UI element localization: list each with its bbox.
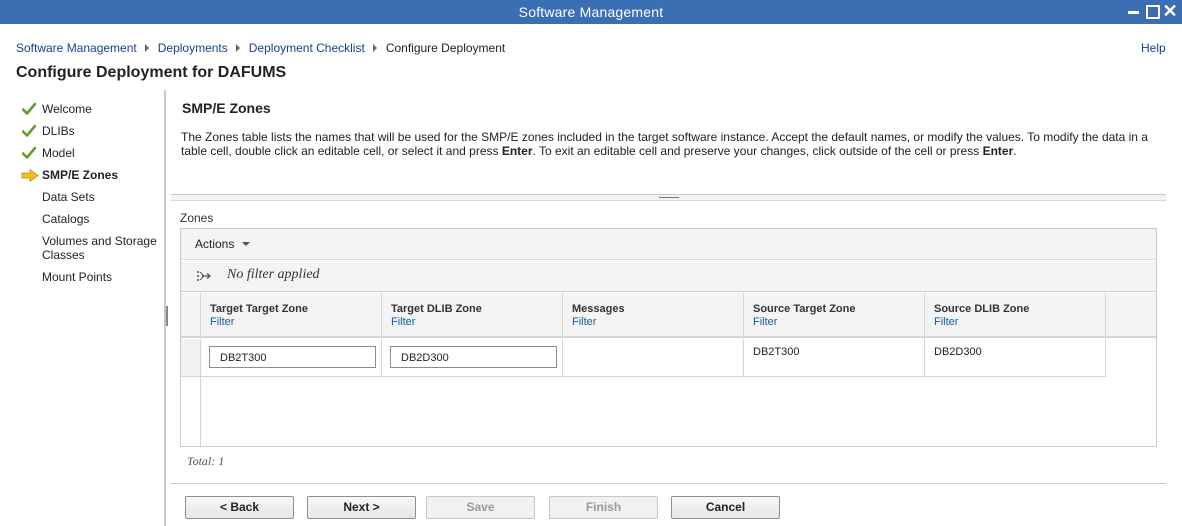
breadcrumb-deployments[interactable]: Deployments bbox=[158, 41, 228, 55]
filter-bar: No filter applied bbox=[181, 261, 1156, 292]
next-button[interactable]: Next > bbox=[307, 496, 416, 519]
nav-step-label: Mount Points bbox=[42, 270, 113, 284]
nav-step-label: DLIBs bbox=[42, 124, 75, 138]
nav-step-catalogs[interactable]: Catalogs bbox=[20, 210, 165, 232]
breadcrumb-separator-icon bbox=[372, 44, 377, 52]
page-title: Configure Deployment for DAFUMS bbox=[16, 64, 287, 81]
splitter-grip-icon bbox=[659, 197, 679, 198]
nav-step-label: Model bbox=[42, 146, 75, 160]
filter-link[interactable]: Filter bbox=[391, 316, 562, 328]
checkmark-icon bbox=[22, 124, 36, 137]
nav-step-welcome[interactable]: Welcome bbox=[20, 100, 165, 122]
finish-button[interactable]: Finish bbox=[549, 496, 658, 519]
column-header-target-dlib-zone[interactable]: Target DLIB Zone Filter bbox=[382, 293, 563, 336]
breadcrumb-separator-icon bbox=[144, 44, 149, 52]
instructions-text: The Zones table lists the names that wil… bbox=[181, 130, 1148, 158]
nav-step-label: Welcome bbox=[42, 102, 92, 116]
window-titlebar: Software Management ✕ bbox=[0, 0, 1182, 24]
pane-splitter[interactable] bbox=[171, 194, 1166, 201]
breadcrumb-software-management[interactable]: Software Management bbox=[16, 41, 137, 55]
close-icon[interactable]: ✕ bbox=[1162, 2, 1178, 20]
nav-step-model[interactable]: Model bbox=[20, 144, 165, 166]
current-step-arrow-icon bbox=[21, 169, 39, 182]
nav-step-label: Volumes and Storage Classes bbox=[42, 234, 157, 262]
footer-divider bbox=[171, 483, 1166, 484]
cell-target-dlib-zone[interactable] bbox=[382, 339, 563, 377]
checkmark-icon bbox=[22, 102, 36, 115]
target-dlib-zone-input[interactable] bbox=[390, 346, 557, 368]
nav-step-volumes-storage-classes[interactable]: Volumes and Storage Classes bbox=[20, 232, 165, 268]
table-toolbar: Actions bbox=[181, 229, 1156, 260]
column-header-messages[interactable]: Messages Filter bbox=[563, 293, 744, 336]
row-gutter bbox=[181, 339, 201, 446]
table-header: Target Target Zone Filter Target DLIB Zo… bbox=[181, 293, 1156, 338]
chevron-down-icon bbox=[242, 242, 251, 246]
nav-step-label: SMP/E Zones bbox=[42, 168, 119, 182]
nav-step-label: Catalogs bbox=[42, 212, 90, 226]
nav-step-data-sets[interactable]: Data Sets bbox=[20, 188, 165, 210]
table-total: Total: 1 bbox=[187, 454, 225, 468]
cell-messages bbox=[563, 339, 744, 377]
help-link[interactable]: Help bbox=[1141, 41, 1166, 55]
nav-step-label: Data Sets bbox=[42, 190, 95, 204]
checkmark-icon bbox=[22, 146, 36, 159]
column-header-target-target-zone[interactable]: Target Target Zone Filter bbox=[201, 293, 382, 336]
breadcrumb: Software Management Deployments Deployme… bbox=[16, 41, 505, 55]
filter-link[interactable]: Filter bbox=[934, 316, 1105, 328]
column-header-source-target-zone[interactable]: Source Target Zone Filter bbox=[744, 293, 925, 336]
row-selector[interactable] bbox=[181, 339, 200, 377]
back-button[interactable]: < Back bbox=[185, 496, 294, 519]
window-title: Software Management bbox=[518, 4, 664, 20]
actions-menu-button[interactable]: Actions bbox=[195, 237, 251, 251]
minimize-icon[interactable] bbox=[1126, 3, 1142, 19]
nav-resize-handle[interactable] bbox=[166, 306, 168, 326]
cancel-button[interactable]: Cancel bbox=[671, 496, 780, 519]
cell-source-target-zone: DB2T300 bbox=[744, 339, 925, 377]
filter-link[interactable]: Filter bbox=[572, 316, 743, 328]
zones-table: Actions No filter applied Target Target … bbox=[180, 228, 1157, 447]
wizard-step-nav: Welcome DLIBs Model SMP/E Zones Data Set… bbox=[20, 100, 165, 290]
row-selector-header bbox=[181, 293, 201, 336]
cell-source-dlib-zone: DB2D300 bbox=[925, 339, 1106, 377]
nav-step-mount-points[interactable]: Mount Points bbox=[20, 268, 165, 290]
breadcrumb-separator-icon bbox=[235, 44, 240, 52]
target-target-zone-input[interactable] bbox=[209, 346, 376, 368]
breadcrumb-deployment-checklist[interactable]: Deployment Checklist bbox=[249, 41, 365, 55]
filter-status: No filter applied bbox=[227, 267, 320, 282]
save-button[interactable]: Save bbox=[426, 496, 535, 519]
filter-link[interactable]: Filter bbox=[753, 316, 924, 328]
filter-link[interactable]: Filter bbox=[210, 316, 381, 328]
breadcrumb-current: Configure Deployment bbox=[385, 41, 506, 55]
filter-icon[interactable] bbox=[196, 269, 212, 283]
nav-step-dlibs[interactable]: DLIBs bbox=[20, 122, 165, 144]
zones-table-label: Zones bbox=[180, 211, 214, 225]
cell-target-target-zone[interactable] bbox=[201, 339, 382, 377]
section-title: SMP/E Zones bbox=[182, 100, 271, 116]
column-header-source-dlib-zone[interactable]: Source DLIB Zone Filter bbox=[925, 293, 1106, 336]
table-row[interactable]: DB2T300 DB2D300 bbox=[201, 339, 1106, 377]
maximize-icon[interactable] bbox=[1144, 3, 1160, 19]
nav-step-smpe-zones[interactable]: SMP/E Zones bbox=[20, 166, 165, 188]
